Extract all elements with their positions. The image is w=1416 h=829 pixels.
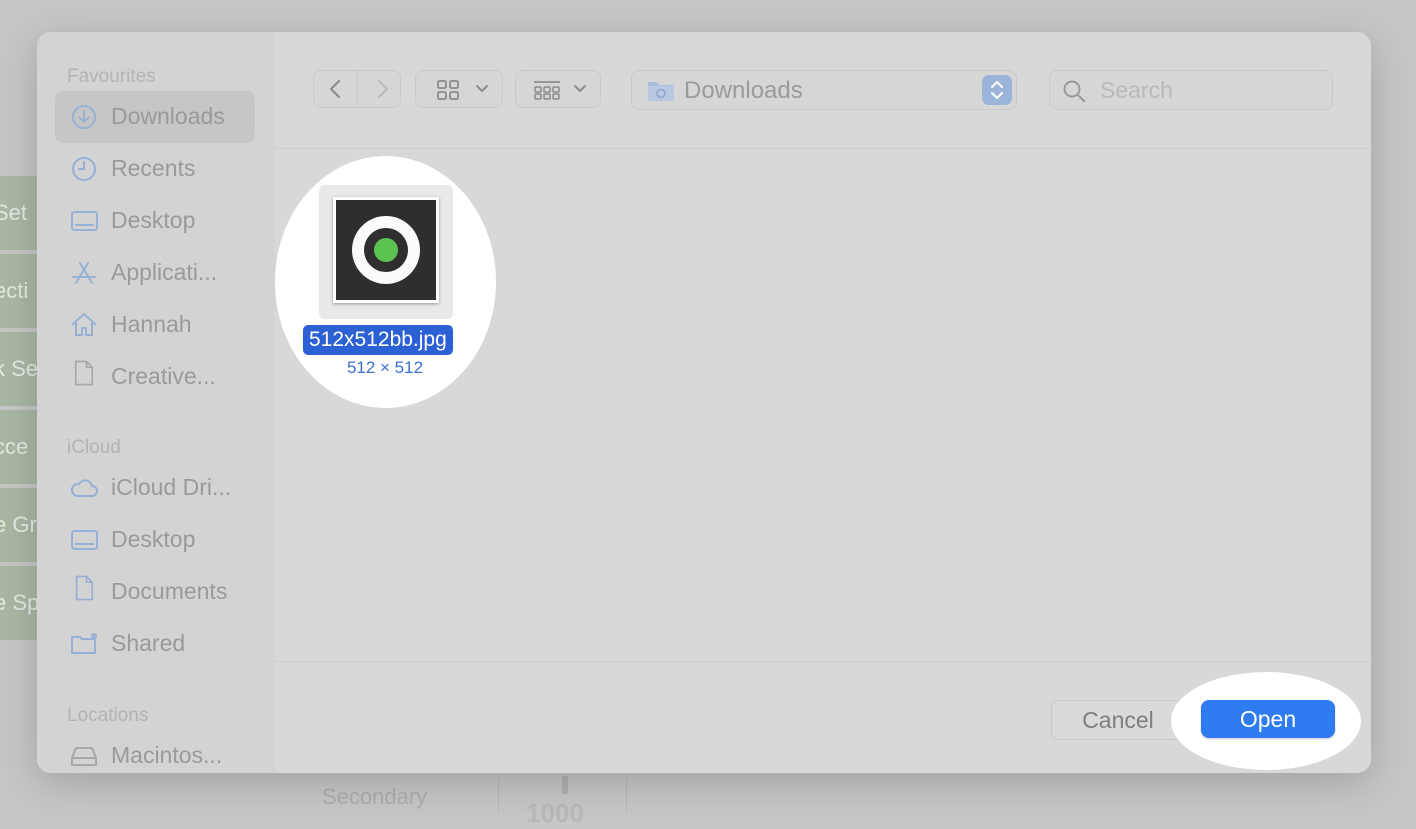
group-view-icon [534,81,560,100]
icon-grid-view-icon [437,80,459,100]
file-browser: Downloads Search 512x512bb.jpg 512 × 512… [275,32,1371,773]
sidebar-item-shared[interactable]: Shared [55,618,255,670]
search-icon [1063,80,1086,103]
sidebar-item-label: Applicati... [111,259,218,285]
chevron-down-icon [476,85,488,92]
toolbar: Downloads [275,32,1371,149]
background-number: 1000 [526,798,584,828]
sidebar-item-recents[interactable]: Recents [55,143,255,195]
clock-icon [69,155,99,183]
open-button[interactable]: Open [1201,700,1335,738]
sidebar: Favourites Downloads Recents Desktop App… [37,32,275,773]
sidebar-item-label: iCloud Dri... [111,474,232,500]
downloads-folder-icon [648,82,674,101]
sidebar-item-desktop[interactable]: Desktop [55,195,255,247]
background-divider [498,776,499,812]
sidebar-item-label: Desktop [111,526,196,552]
home-icon [69,311,99,339]
app-icon-image [336,200,436,300]
file-dimensions: 512 × 512 [346,358,424,377]
background-app-row: e Sp [0,566,40,640]
sidebar-item-label: Creative... [111,363,216,389]
back-button[interactable] [314,71,358,107]
sidebar-item-macintosh-hd[interactable]: Macintos... [55,730,255,773]
background-bar [562,776,568,794]
sidebar-section-favourites: Favourites [67,66,156,87]
background-app-row: cce [0,410,40,484]
chevron-left-icon [329,79,341,99]
dialog-footer: Cancel Open [275,661,1371,773]
sidebar-item-icloud-drive[interactable]: iCloud Dri... [55,462,255,514]
background-secondary-label: Secondary [322,784,428,809]
sidebar-item-label: Macintos... [111,742,223,768]
background-app-row: ecti [0,254,40,328]
navigation-buttons [313,70,401,108]
location-popup-label: Downloads [684,77,803,104]
file-grid: 512x512bb.jpg 512 × 512 [275,149,1371,661]
chevron-down-icon [574,85,586,92]
group-by-button[interactable] [515,70,601,108]
sidebar-item-downloads[interactable]: Downloads [55,91,255,143]
document-icon [69,575,99,606]
applications-icon [69,259,99,287]
cancel-button[interactable]: Cancel [1051,700,1185,740]
file-thumbnail [333,197,439,303]
download-circle-icon [69,103,99,131]
search-field[interactable] [1049,70,1333,110]
background-app-row: Set [0,176,40,250]
location-popup[interactable]: Downloads [631,70,1017,110]
open-file-dialog: Favourites Downloads Recents Desktop App… [37,32,1371,773]
chevron-right-icon [377,79,389,99]
location-stepper[interactable] [982,75,1012,105]
search-input[interactable] [1100,76,1320,104]
sidebar-item-creative[interactable]: Creative... [55,351,255,403]
record-ring-icon [352,216,420,284]
sidebar-item-label: Recents [111,155,196,181]
shared-folder-icon [69,630,99,658]
file-thumbnail-selection [319,185,453,319]
sidebar-item-label: Desktop [111,207,196,233]
desktop-icon [69,526,99,554]
sidebar-item-label: Documents [111,578,228,604]
document-icon [69,360,99,391]
background-app-row: k Se [0,332,40,406]
cloud-icon [69,474,99,502]
sidebar-section-locations: Locations [67,705,149,726]
view-mode-button[interactable] [415,70,503,108]
sidebar-item-hannah[interactable]: Hannah [55,299,255,351]
background-app-panel: Set ecti k Se cce e Gr e Sp [0,176,40,641]
sidebar-item-label: Downloads [111,103,225,129]
background-divider [626,776,627,812]
sidebar-item-label: Hannah [111,311,192,337]
record-ring-inner [364,228,408,272]
sidebar-section-icloud: iCloud [67,437,121,458]
sidebar-item-label: Shared [111,630,186,656]
record-dot-icon [374,238,398,262]
desktop-icon [69,207,99,235]
file-item[interactable]: 512x512bb.jpg 512 × 512 [301,185,469,381]
sidebar-item-documents[interactable]: Documents [55,566,255,618]
file-name-label: 512x512bb.jpg [303,325,453,355]
disk-icon [69,742,99,770]
forward-button[interactable] [358,71,402,107]
sidebar-item-icloud-desktop[interactable]: Desktop [55,514,255,566]
background-app-row: e Gr [0,488,40,562]
up-down-chevron-icon [991,81,1003,99]
background-app-footer: Secondary 1000 [300,776,640,828]
sidebar-item-applications[interactable]: Applicati... [55,247,255,299]
